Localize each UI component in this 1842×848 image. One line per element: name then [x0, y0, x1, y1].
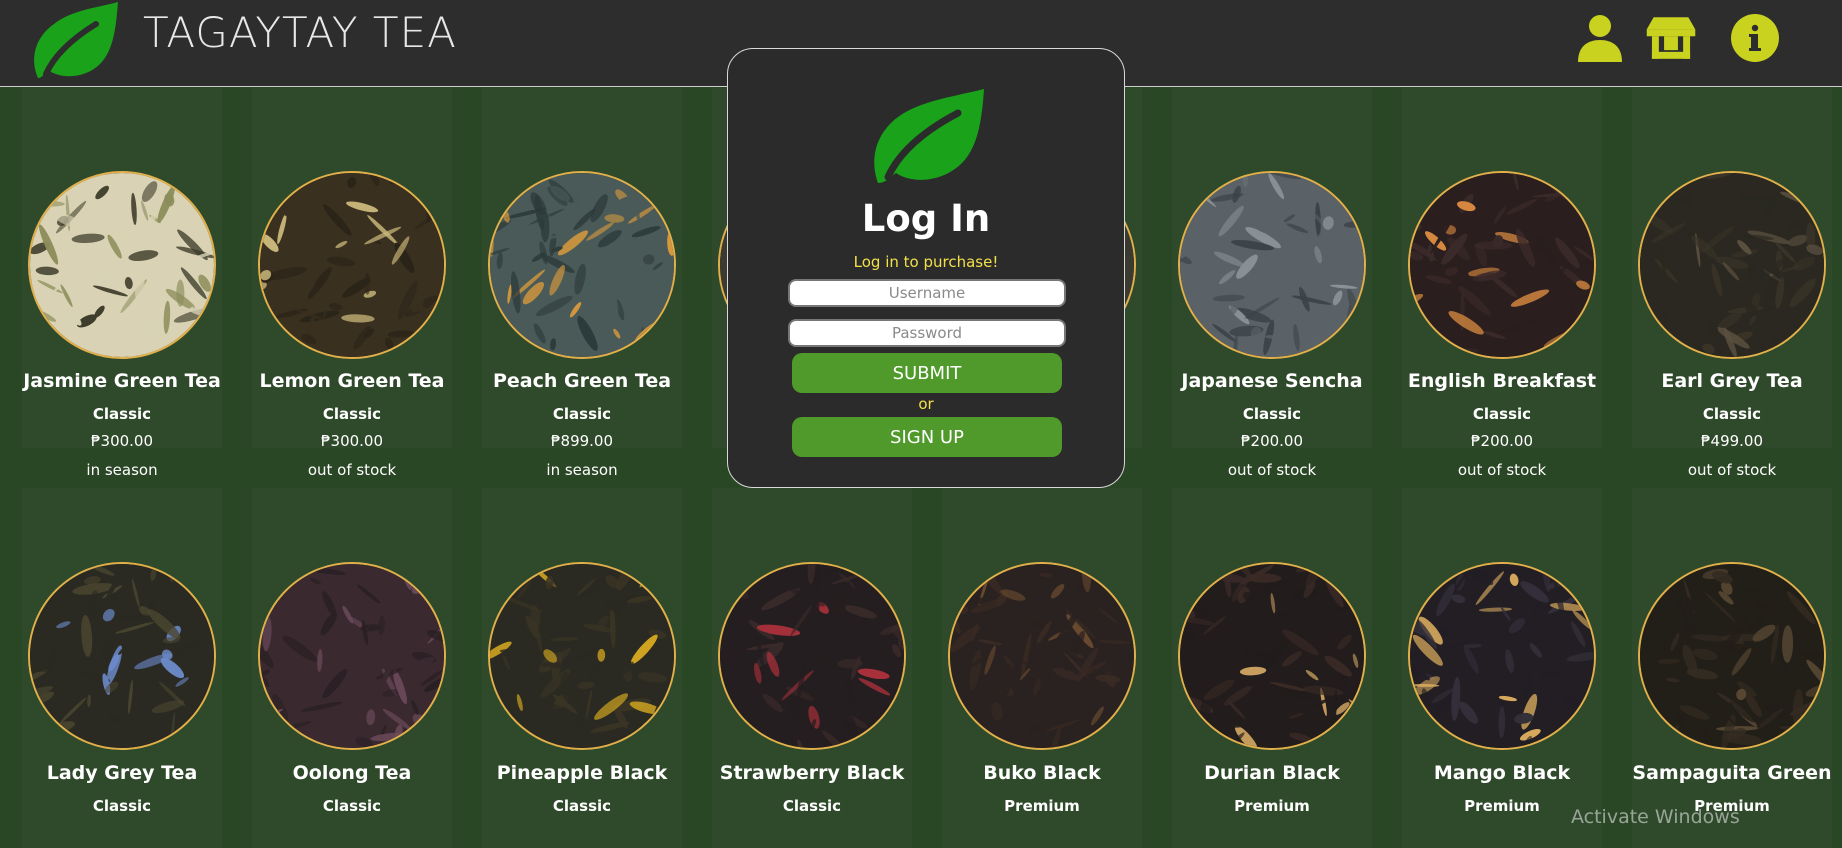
product-card[interactable]: English Breakfast Classic ₱200.00 out of…: [1402, 88, 1602, 479]
product-name: Japanese Sencha: [1181, 370, 1363, 392]
product-card[interactable]: Pineapple Black Classic: [482, 488, 682, 848]
login-subtitle: Log in to purchase!: [853, 253, 999, 271]
tea-image: [258, 171, 446, 359]
product-status: out of stock: [307, 461, 397, 479]
product-card[interactable]: Japanese Sencha Classic ₱200.00 out of s…: [1172, 88, 1372, 479]
tea-image: [258, 562, 446, 750]
brand-title[interactable]: TAGAYTAY TEA: [143, 8, 457, 57]
product-name: Earl Grey Tea: [1661, 370, 1803, 392]
product-card[interactable]: Sampaguita Green Premium: [1632, 488, 1832, 848]
product-tier: Classic: [92, 797, 152, 815]
product-card[interactable]: Lady Grey Tea Classic: [22, 488, 222, 848]
product-card[interactable]: Buko Black Premium: [942, 488, 1142, 848]
product-price: ₱300.00: [320, 432, 384, 450]
submit-button[interactable]: SUBMIT: [792, 353, 1062, 393]
tea-image: [1408, 562, 1596, 750]
username-input[interactable]: [788, 279, 1066, 307]
store-icon[interactable]: [1645, 12, 1697, 64]
product-price: ₱200.00: [1470, 432, 1534, 450]
product-tier: Classic: [322, 797, 382, 815]
tea-image: [1638, 562, 1826, 750]
product-tier: Classic: [782, 797, 842, 815]
product-card[interactable]: Strawberry Black Classic: [712, 488, 912, 848]
product-tier: Classic: [322, 405, 382, 423]
product-tier: Premium: [1004, 797, 1080, 815]
product-price: ₱200.00: [1240, 432, 1304, 450]
product-card[interactable]: Peach Green Tea Classic ₱899.00 in seaso…: [482, 88, 682, 479]
product-card[interactable]: Jasmine Green Tea Classic ₱300.00 in sea…: [22, 88, 222, 479]
tea-image: [1178, 562, 1366, 750]
product-status: out of stock: [1227, 461, 1317, 479]
product-price: ₱499.00: [1700, 432, 1764, 450]
product-card[interactable]: Mango Black Premium: [1402, 488, 1602, 848]
tea-image: [1178, 171, 1366, 359]
product-card[interactable]: Durian Black Premium: [1172, 488, 1372, 848]
product-name: Oolong Tea: [292, 762, 412, 784]
info-icon[interactable]: [1729, 12, 1781, 64]
product-tier: Classic: [1472, 405, 1532, 423]
tea-image: [28, 562, 216, 750]
signup-button[interactable]: SIGN UP: [792, 417, 1062, 457]
product-card[interactable]: Earl Grey Tea Classic ₱499.00 out of sto…: [1632, 88, 1832, 479]
product-tier: Classic: [552, 405, 612, 423]
product-card[interactable]: Lemon Green Tea Classic ₱300.00 out of s…: [252, 88, 452, 479]
login-modal: Log In Log in to purchase! SUBMIT or SIG…: [727, 48, 1125, 488]
tea-image: [488, 562, 676, 750]
product-card[interactable]: Oolong Tea Classic: [252, 488, 452, 848]
product-name: Jasmine Green Tea: [23, 370, 221, 392]
leaf-logo-icon: [874, 89, 984, 183]
product-name: Strawberry Black: [719, 762, 905, 784]
product-status: out of stock: [1457, 461, 1547, 479]
product-tier: Classic: [92, 405, 152, 423]
product-price: ₱899.00: [550, 432, 614, 450]
tea-image: [488, 171, 676, 359]
product-tier: Classic: [1242, 405, 1302, 423]
product-name: Lemon Green Tea: [259, 370, 445, 392]
product-name: Buko Black: [983, 762, 1101, 784]
product-status: in season: [86, 461, 158, 479]
tea-image: [948, 562, 1136, 750]
product-tier: Classic: [552, 797, 612, 815]
product-status: out of stock: [1687, 461, 1777, 479]
product-name: Durian Black: [1204, 762, 1340, 784]
product-tier: Premium: [1234, 797, 1310, 815]
password-input[interactable]: [788, 319, 1066, 347]
tea-image: [718, 562, 906, 750]
user-icon[interactable]: [1574, 12, 1626, 64]
tea-image: [1408, 171, 1596, 359]
product-name: English Breakfast: [1407, 370, 1597, 392]
product-status: in season: [546, 461, 618, 479]
or-divider-label: or: [918, 395, 934, 413]
product-name: Peach Green Tea: [492, 370, 672, 392]
product-name: Pineapple Black: [496, 762, 668, 784]
product-price: ₱300.00: [90, 432, 154, 450]
activate-windows-watermark: Activate Windows: [1571, 806, 1740, 828]
login-title: Log In: [861, 197, 991, 240]
product-name: Sampaguita Green: [1632, 762, 1832, 784]
product-name: Mango Black: [1433, 762, 1571, 784]
tea-image: [1638, 171, 1826, 359]
product-name: Lady Grey Tea: [46, 762, 198, 784]
leaf-logo-icon[interactable]: [20, 0, 120, 80]
tea-image: [28, 171, 216, 359]
product-tier: Classic: [1702, 405, 1762, 423]
